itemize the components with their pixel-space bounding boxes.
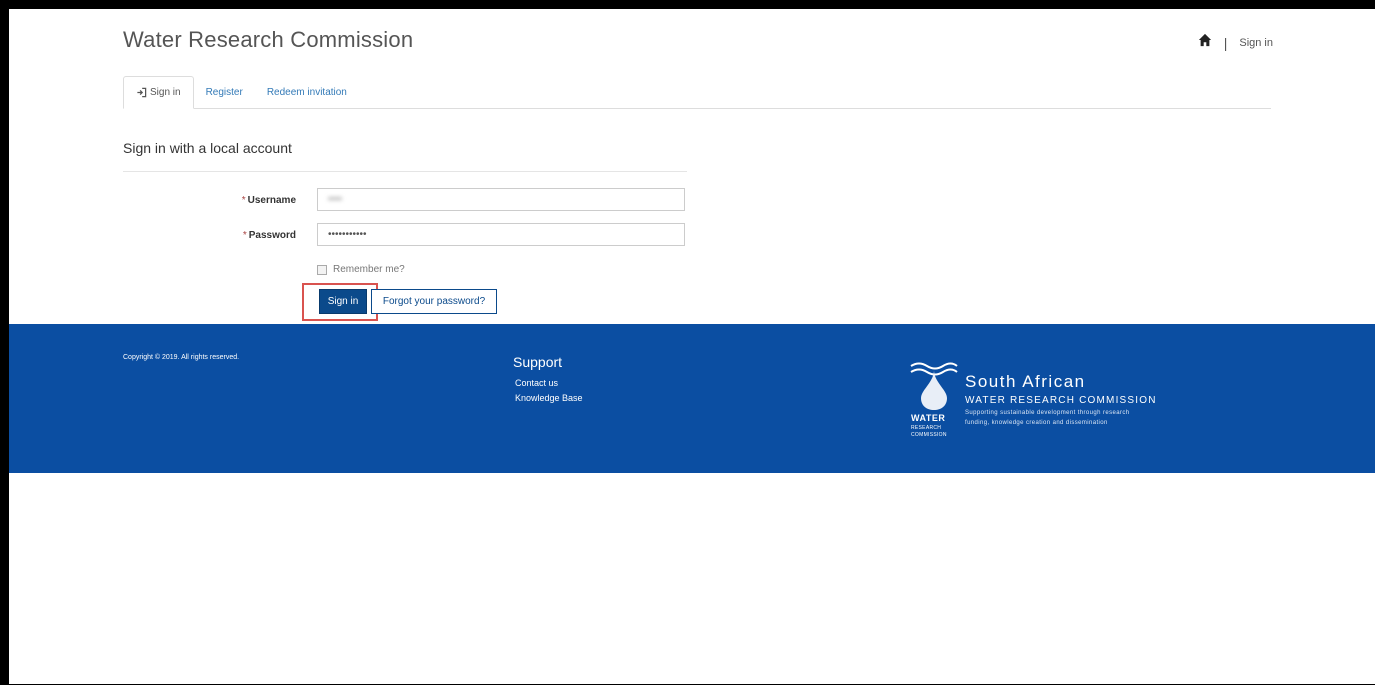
logo-title: South African [965,372,1086,391]
logo-mark-water: WATER [911,413,946,423]
home-icon[interactable] [1198,33,1212,52]
remember-label: Remember me? [333,264,405,275]
remember-checkbox[interactable] [317,264,327,275]
page: Water Research Commission | Sign in Sign… [9,9,1375,684]
top-nav: | Sign in [1198,33,1273,52]
password-input[interactable]: ••••••••••• [317,223,685,246]
support-heading: Support [513,354,563,370]
tab-register[interactable]: Register [194,78,255,108]
nav-signin-link[interactable]: Sign in [1239,37,1273,49]
logo-mark-research: RESEARCH [911,425,942,431]
username-input[interactable]: •••• [317,188,685,211]
tab-signin-label: Sign in [150,86,181,98]
signin-icon [137,87,147,98]
contact-us-link[interactable]: Contact us [515,378,558,388]
section-divider [123,171,687,172]
wrc-logo: South African WATER RESEARCH COMMISSION … [907,360,1207,460]
footer: Copyright © 2019. All rights reserved. S… [9,324,1375,473]
password-value: ••••••••••• [328,229,367,240]
required-marker: * [241,195,246,206]
username-label: * Username [241,195,296,206]
remember-me[interactable]: Remember me? [317,264,405,275]
logo-tagline-2: funding, knowledge creation and dissemin… [965,420,1108,426]
logo-tagline-1: Supporting sustainable development throu… [965,410,1130,416]
tab-register-label: Register [205,87,243,98]
nav-separator: | [1223,34,1228,51]
section-title: Sign in with a local account [123,140,292,156]
username-value: •••• [328,194,343,205]
water-drop-icon [910,362,958,410]
forgot-password-button[interactable]: Forgot your password? [371,289,497,314]
brand-title[interactable]: Water Research Commission [123,27,413,53]
tab-signin[interactable]: Sign in [123,76,194,109]
password-label: * Password [242,230,296,241]
knowledge-base-link[interactable]: Knowledge Base [515,393,583,403]
logo-subtitle: WATER RESEARCH COMMISSION [965,395,1157,406]
required-marker: * [242,230,247,241]
copyright-text: Copyright © 2019. All rights reserved. [123,354,240,361]
tab-bar: Sign in Register Redeem invitation [123,76,1271,109]
tab-redeem-invitation[interactable]: Redeem invitation [255,78,359,108]
signin-button[interactable]: Sign in [319,289,367,314]
logo-mark-commission: COMMISSION [911,432,947,438]
tab-redeem-label: Redeem invitation [266,87,347,98]
